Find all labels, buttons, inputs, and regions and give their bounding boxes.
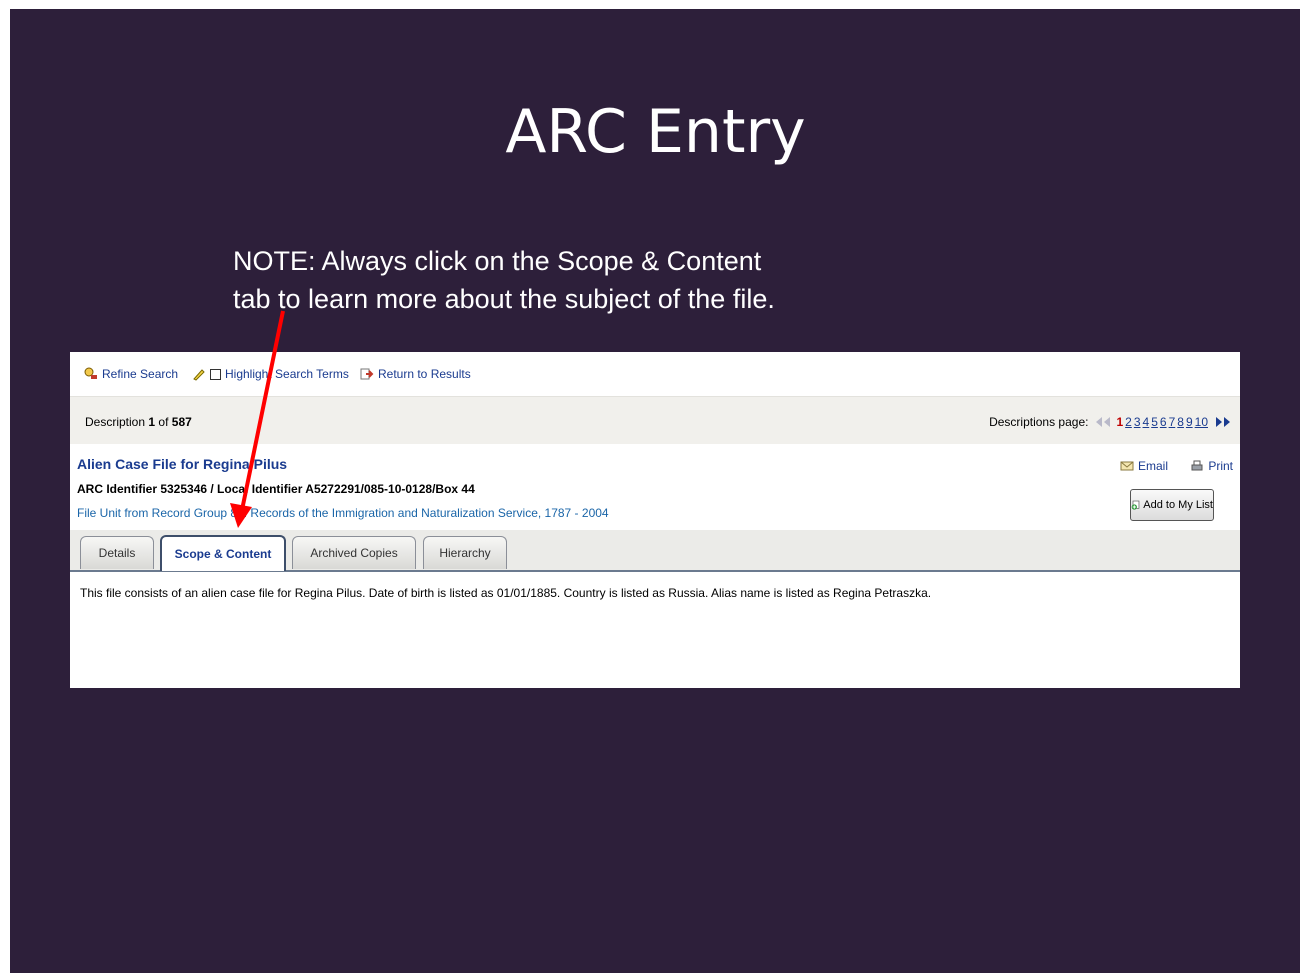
annotation-arrow-icon <box>230 310 285 528</box>
